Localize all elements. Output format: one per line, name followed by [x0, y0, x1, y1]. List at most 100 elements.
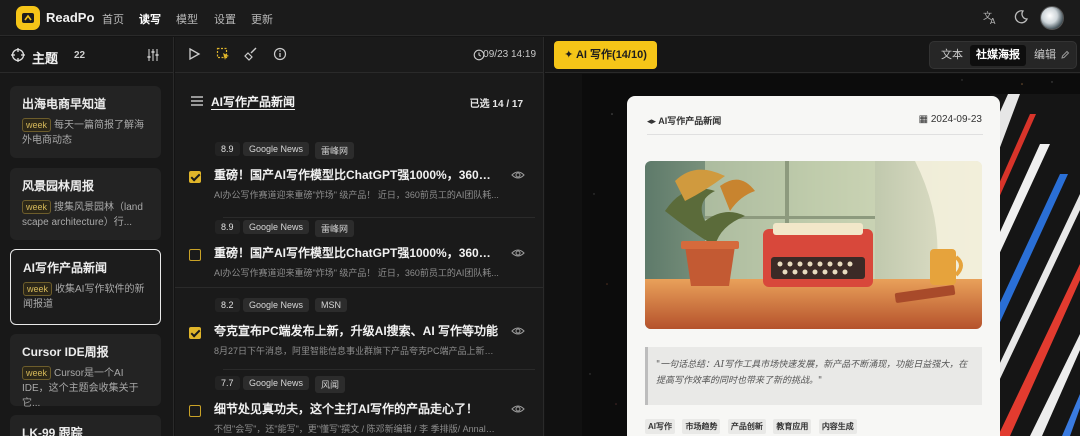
divider [223, 217, 535, 218]
stripe-decoration [990, 94, 1080, 436]
crosshair-icon [11, 48, 25, 62]
last-run-timestamp: 09/23 14:19 [483, 49, 536, 60]
poster-tags: AI写作 市场趋势 产品创新 教育应用 内容生成 [645, 416, 982, 434]
tab-social-poster[interactable]: 社媒海报 [970, 45, 1026, 66]
poster-tag: 产品创新 [727, 419, 766, 434]
score-badge: 8.9 [215, 142, 240, 156]
eye-icon[interactable] [511, 324, 525, 338]
topic-desc: week 收集AI写作软件的新闻报道 [23, 282, 145, 310]
translate-icon[interactable]: 文A [981, 9, 999, 27]
preview-toolbar: ✦ AI 写作(14/10) 文本 社媒海报 编辑 [545, 37, 1080, 73]
news-summary: 不但"会写"，还"能写"，更"懂写"撰文 / 陈邓新编辑 / 李 季排版/ An… [214, 424, 499, 434]
pencil-icon[interactable] [1060, 50, 1070, 60]
poster-tag: 内容生成 [818, 419, 857, 434]
topic-count: 22 [74, 50, 86, 61]
play-icon[interactable] [186, 47, 202, 63]
poster-tag: 教育应用 [773, 419, 812, 434]
topic-card[interactable]: 出海电商早知道 week 每天一篇简报了解海外电商动态 [10, 86, 161, 158]
filter-sliders-icon[interactable] [146, 48, 160, 62]
tab-edit[interactable]: 编辑 [1030, 45, 1060, 66]
poster-canvas: ◂▸ AI写作产品新闻 ▦ 2024-09-23 "一句话总结：AI写作工具市场… [582, 74, 1080, 436]
news-title[interactable]: 重磅！国产AI写作模型比ChatGPT强1000%，360前... [214, 166, 499, 183]
app-name: ReadPo [46, 10, 95, 25]
topic-desc: week 搜集风景园林（land scape architecture）行... [22, 200, 143, 228]
user-avatar[interactable] [1040, 6, 1064, 30]
news-item[interactable]: 8.9 Google News 雷峰网 重磅！国产AI写作模型比ChatGPT强… [187, 220, 535, 290]
poster-brand: ◂▸ AI写作产品新闻 [647, 116, 722, 126]
topic-sidebar: 主题 22 出海电商早知道 week 每天一篇简报了解海外电商动态 风景园林周报 … [0, 37, 174, 436]
eye-icon[interactable] [511, 402, 525, 416]
logo-icon [22, 13, 34, 23]
eye-icon[interactable] [511, 246, 525, 260]
social-poster[interactable]: ◂▸ AI写作产品新闻 ▦ 2024-09-23 "一句话总结：AI写作工具市场… [627, 96, 1000, 436]
topic-card[interactable]: 风景园林周报 week 搜集风景园林（land scape architectur… [10, 168, 161, 240]
week-badge: week [22, 366, 52, 380]
top-bar: ReadPo 首页 读写 模型 设置 更新 文A [0, 0, 1080, 36]
divider [647, 134, 983, 135]
sidebar-header: 主题 22 [0, 37, 173, 73]
score-badge: 8.2 [215, 298, 240, 312]
score-badge: 7.7 [215, 376, 240, 390]
summary-quote: "一句话总结：AI写作工具市场快速发展，新产品不断涌现，功能日益强大，在提高写作… [645, 347, 982, 405]
news-item[interactable]: 7.7 Google News 风闻 细节处见真功夫，这个主打AI写作的产品走心… [187, 376, 535, 436]
tab-text[interactable]: 文本 [934, 45, 970, 66]
sidebar-title: 主题 [32, 51, 59, 66]
news-checkbox[interactable] [189, 405, 201, 417]
news-summary: AI办公写作赛道迎来重磅"炸场" 级产品！ 近日，360前员工的AI团队耗... [214, 190, 499, 200]
sparkle-icon: ✦ [564, 49, 576, 61]
news-summary: AI办公写作赛道迎来重磅"炸场" 级产品！ 近日，360前员工的AI团队耗... [214, 268, 499, 278]
view-mode-switch: 文本 社媒海报 编辑 [929, 41, 1077, 69]
source-tag: Google News [243, 376, 310, 390]
topic-desc: week Cursor是一个AI IDE，这个主题会收集关于它... [22, 366, 139, 409]
topic-title: 风景园林周报 [22, 179, 95, 193]
topic-title: Cursor IDE周报 [22, 345, 109, 359]
info-icon[interactable] [272, 47, 288, 63]
source-tag: 雷峰网 [315, 220, 355, 237]
list-toolbar: 09/23 14:19 [175, 37, 543, 73]
topic-card[interactable]: Cursor IDE周报 week Cursor是一个AI IDE，这个主题会收集… [10, 334, 161, 409]
news-checkbox[interactable] [189, 327, 201, 339]
calendar-icon: ▦ [918, 114, 931, 125]
nav-read-write[interactable]: 读写 [139, 11, 161, 27]
moon-icon[interactable] [1012, 9, 1030, 27]
broom-icon[interactable] [243, 47, 259, 63]
topic-title: AI写作产品新闻 [23, 261, 108, 275]
eye-icon[interactable] [511, 168, 525, 182]
source-tag: 风闻 [315, 376, 346, 393]
divider [223, 369, 535, 370]
news-item[interactable]: 8.2 Google News MSN 夸克宣布PC端发布上新，升级AI搜索、A… [187, 298, 535, 368]
week-badge: week [22, 118, 52, 132]
topic-title: LK-99 跟踪 [22, 426, 83, 436]
source-tag: MSN [315, 298, 347, 312]
signal-icon: ◂▸ [647, 116, 659, 126]
news-checkbox[interactable] [189, 249, 201, 261]
topic-title: 出海电商早知道 [22, 97, 107, 111]
news-item[interactable]: 8.9 Google News 雷峰网 重磅！国产AI写作模型比ChatGPT强… [187, 142, 535, 212]
news-summary: 8月27日下午消息，阿里智能信息事业群旗下产品夸克PC端产品上新，... [214, 346, 499, 356]
news-title[interactable]: 细节处见真功夫，这个主打AI写作的产品走心了！ [214, 400, 499, 417]
topic-desc: week 每天一篇简报了解海外电商动态 [22, 118, 145, 146]
news-checkbox[interactable] [189, 171, 201, 183]
list-title: AI写作产品新闻 [211, 95, 296, 109]
ai-write-button[interactable]: ✦ AI 写作(14/10) [554, 41, 657, 69]
nav-models[interactable]: 模型 [176, 11, 198, 27]
readpo-logo[interactable] [16, 6, 40, 30]
source-tag: Google News [243, 142, 310, 156]
preview-panel: ✦ AI 写作(14/10) 文本 社媒海报 编辑 ◂▸ AI写作产品新闻 ▦ … [545, 37, 1080, 436]
topic-card-selected[interactable]: AI写作产品新闻 week 收集AI写作软件的新闻报道 [10, 249, 161, 325]
poster-tag: 市场趋势 [682, 419, 721, 434]
source-tag: Google News [243, 298, 310, 312]
list-header: AI写作产品新闻 已选 14 / 17 [191, 93, 531, 113]
poster-tag: AI写作 [645, 419, 675, 434]
source-tag: Google News [243, 220, 310, 234]
select-pointer-icon[interactable] [215, 47, 231, 63]
topic-card[interactable]: LK-99 跟踪 [10, 415, 161, 436]
score-badge: 8.9 [215, 220, 240, 234]
poster-illustration [645, 161, 982, 329]
divider [175, 287, 543, 288]
nav-home[interactable]: 首页 [102, 11, 124, 27]
news-title[interactable]: 重磅！国产AI写作模型比ChatGPT强1000%，360前... [214, 244, 499, 261]
nav-updates[interactable]: 更新 [251, 11, 273, 27]
nav-settings[interactable]: 设置 [214, 11, 236, 27]
news-title[interactable]: 夸克宣布PC端发布上新，升级AI搜索、AI 写作等功能 [214, 322, 499, 339]
